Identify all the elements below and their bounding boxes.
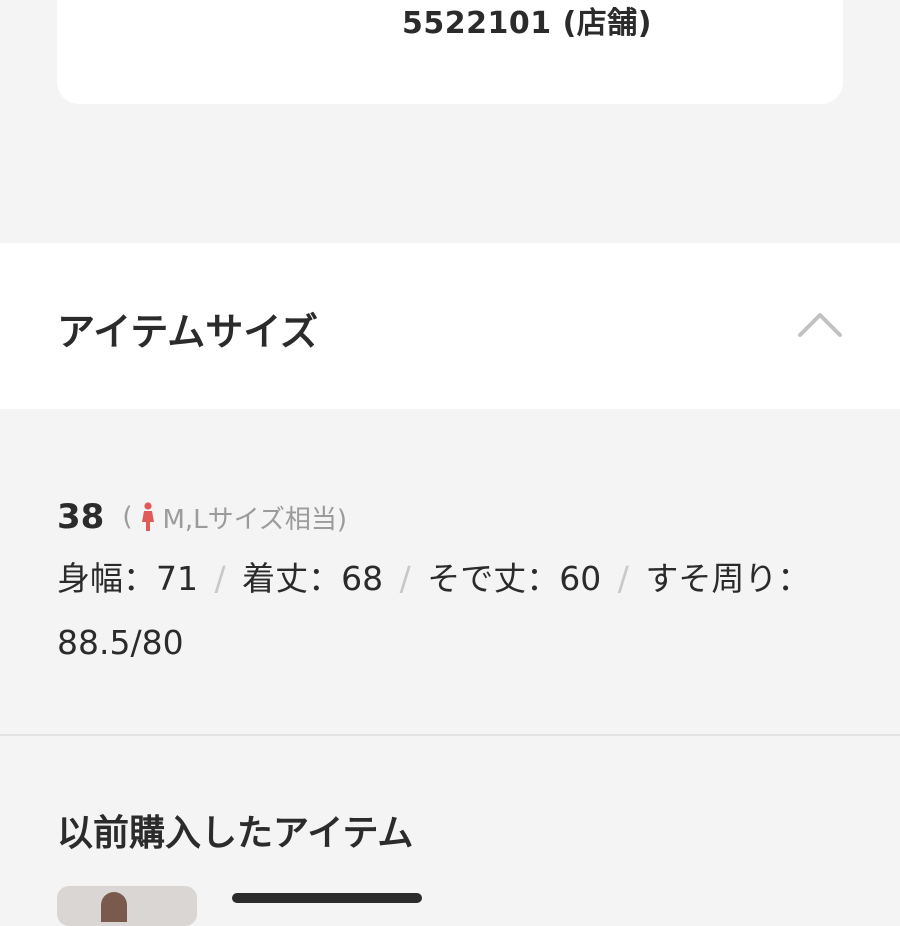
previous-item-thumbnail[interactable] <box>57 886 197 926</box>
size-equivalent-note: ( M,Lサイズ相当) <box>122 499 347 536</box>
store-info-card: 5522101 (店舗) <box>57 0 843 104</box>
collapse-button[interactable] <box>792 301 848 349</box>
separator: / <box>399 559 411 598</box>
measurements-line: 身幅：71 / 着丈：68 / そで丈：60 / すそ周り： <box>57 559 847 599</box>
section-divider <box>0 734 900 736</box>
previous-item-name-cutoff[interactable] <box>232 893 432 903</box>
separator: / <box>214 559 226 598</box>
measurement-length: 着丈：68 <box>242 559 384 598</box>
cutoff-text-shape <box>232 893 422 903</box>
size-number: 38 <box>57 497 105 537</box>
note-open-paren: ( <box>122 502 133 532</box>
measurement-sleeve: そで丈：60 <box>427 559 602 598</box>
note-text: M,Lサイズ相当) <box>162 504 348 535</box>
item-size-body: 38 ( M,Lサイズ相当) 身幅：71 / 着丈：68 / そで丈：60 / … <box>0 409 900 735</box>
thumbnail-figure <box>101 892 127 922</box>
item-size-header[interactable]: アイテムサイズ <box>0 243 900 409</box>
size-line: 38 ( M,Lサイズ相当) <box>57 497 347 537</box>
previous-items-title: 以前購入したアイテム <box>57 813 414 854</box>
item-size-title: アイテムサイズ <box>57 310 319 354</box>
measurement-hem-label: すそ周り： <box>645 559 811 598</box>
chevron-up-icon <box>798 313 842 337</box>
measurement-hem-value: 88.5/80 <box>57 623 184 662</box>
measurement-width: 身幅：71 <box>57 559 198 598</box>
separator: / <box>617 559 629 598</box>
woman-icon <box>142 502 155 531</box>
store-code: 5522101 (店舗) <box>402 6 652 41</box>
